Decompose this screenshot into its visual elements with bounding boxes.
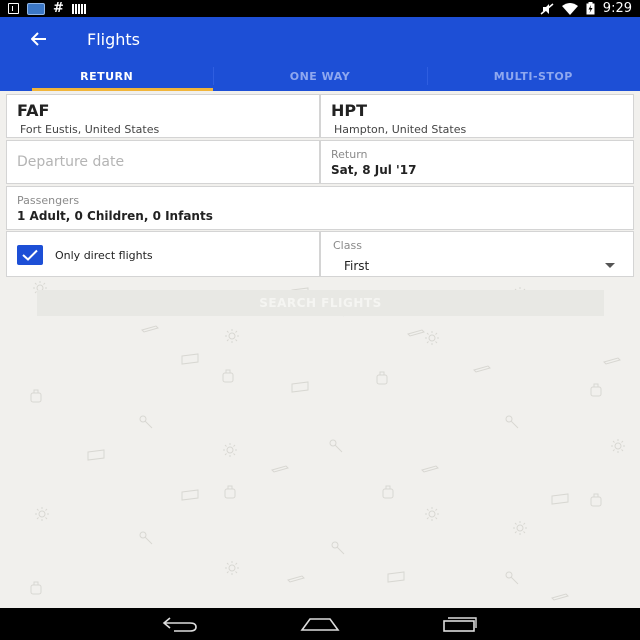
- wifi-icon: [561, 2, 578, 15]
- system-nav-bar: [0, 608, 640, 640]
- photo-icon: [27, 2, 45, 15]
- tab-one-way[interactable]: ONE WAY: [213, 61, 426, 91]
- barcode-icon: [71, 3, 86, 14]
- departure-date-placeholder: Departure date: [17, 154, 125, 170]
- background-pattern: [30, 280, 626, 601]
- direct-flights-checkbox[interactable]: [17, 245, 43, 265]
- nav-back-button[interactable]: [160, 612, 200, 636]
- passengers-value: 1 Adult, 0 Children, 0 Infants: [17, 209, 213, 223]
- departure-date-field[interactable]: Departure date: [6, 140, 320, 184]
- direct-flights-label: Only direct flights: [55, 249, 153, 262]
- tab-multi-stop[interactable]: MULTI-STOP: [426, 61, 640, 91]
- back-nav-icon: [162, 617, 197, 632]
- origin-field[interactable]: FAF Fort Eustis, United States: [6, 94, 320, 138]
- destination-city: Hampton, United States: [334, 123, 467, 136]
- class-value: First: [344, 259, 370, 273]
- hash-icon: #: [53, 1, 64, 16]
- class-label: Class: [333, 239, 362, 252]
- back-button[interactable]: [17, 17, 61, 61]
- mute-icon: [540, 2, 554, 15]
- passengers-field[interactable]: Passengers 1 Adult, 0 Children, 0 Infant…: [6, 186, 634, 230]
- clock: 9:29: [602, 1, 632, 16]
- nav-home-button[interactable]: [300, 612, 340, 636]
- return-date-label: Return: [331, 148, 368, 161]
- origin-city: Fort Eustis, United States: [20, 123, 160, 136]
- class-select[interactable]: Class First: [320, 231, 634, 277]
- destination-field[interactable]: HPT Hampton, United States: [320, 94, 634, 138]
- battery-charging-icon: [586, 2, 595, 15]
- chevron-down-icon: [605, 263, 615, 268]
- app-bar: Flights: [0, 17, 640, 61]
- trip-type-tabs: RETURN ONE WAY MULTI-STOP: [0, 61, 640, 91]
- search-flights-button[interactable]: SEARCH FLIGHTS: [37, 290, 604, 316]
- home-nav-icon: [300, 618, 340, 631]
- arrow-back-icon: [31, 32, 46, 46]
- destination-code: HPT: [331, 101, 368, 120]
- nav-recents-button[interactable]: [440, 612, 480, 636]
- origin-code: FAF: [17, 101, 50, 120]
- tab-return[interactable]: RETURN: [0, 61, 214, 91]
- check-icon: [22, 249, 38, 261]
- recents-nav-icon: [443, 617, 477, 632]
- status-bar: # 9:29: [0, 0, 640, 17]
- direct-flights-option[interactable]: Only direct flights: [6, 231, 320, 277]
- page-title: Flights: [87, 29, 140, 49]
- return-date-value: Sat, 8 Jul '17: [331, 163, 417, 177]
- download-icon: [8, 3, 19, 14]
- passengers-label: Passengers: [17, 194, 80, 207]
- return-date-field[interactable]: Return Sat, 8 Jul '17: [320, 140, 634, 184]
